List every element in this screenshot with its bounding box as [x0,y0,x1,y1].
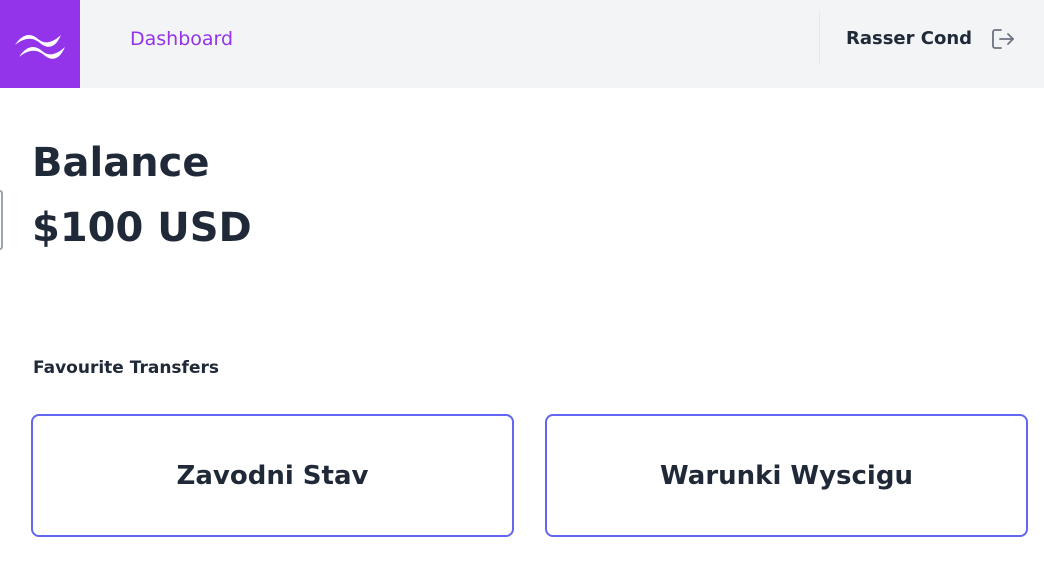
favourite-transfer-label: Warunki Wyscigu [660,460,913,491]
user-name: Rasser Cond [846,28,973,49]
nav-dashboard-link[interactable]: Dashboard [130,26,233,52]
top-bar: Dashboard Rasser Cond [0,0,1044,88]
wave-logo-icon [15,35,65,59]
side-drawer-handle[interactable] [0,190,3,250]
balance-amount: $100 USD [32,205,252,251]
favourite-transfer-card[interactable]: Warunki Wyscigu [545,414,1028,537]
favourite-transfer-label: Zavodni Stav [176,460,369,491]
logout-arrow-icon [992,29,1014,49]
favourite-transfers-label: Favourite Transfers [33,358,219,378]
favourite-transfer-card[interactable]: Zavodni Stav [31,414,514,537]
header-divider [819,12,820,64]
logo[interactable] [0,0,80,88]
logout-button[interactable] [988,25,1018,53]
balance-title: Balance [32,140,210,186]
